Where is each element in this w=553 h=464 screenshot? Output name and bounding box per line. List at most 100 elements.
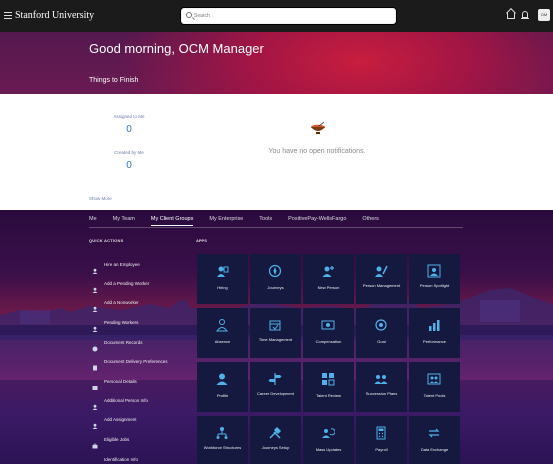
app-tile-label: Talent Pools	[423, 393, 446, 398]
quick-action-item[interactable]: Hire an Employee	[92, 259, 140, 274]
app-tile[interactable]: Journeys	[250, 254, 301, 304]
show-more-link[interactable]: Show More	[89, 196, 112, 201]
app-tile[interactable]: Person Management	[356, 254, 407, 304]
tab-my-team[interactable]: My Team	[113, 214, 135, 226]
app-tile[interactable]: Person Spotlight	[409, 254, 460, 304]
brand-logo[interactable]: Stanford University	[15, 10, 94, 21]
quick-action-item[interactable]: Additional Person Info	[92, 395, 149, 410]
quick-action-item[interactable]: Identification Info	[92, 454, 138, 464]
person-add-icon	[92, 261, 98, 274]
menu-icon[interactable]	[4, 12, 12, 19]
app-tile-label: Person Management	[362, 283, 401, 288]
tab-my-enterprise[interactable]: My Enterprise	[209, 214, 243, 226]
quick-action-label: Pending Workers	[104, 319, 139, 325]
app-tile-label: Journeys	[267, 285, 284, 290]
quick-action-item[interactable]: Personal Details	[92, 376, 137, 390]
quick-action-item[interactable]: Pending Workers	[92, 317, 139, 332]
app-tile[interactable]: Payroll	[356, 416, 407, 464]
quick-action-item[interactable]: Document Delivery Preferences	[92, 356, 168, 371]
app-tile-label: Absence	[214, 339, 231, 344]
app-tile[interactable]: Compensation	[303, 308, 354, 358]
notifications-card	[172, 94, 462, 188]
home-icon[interactable]	[507, 12, 515, 19]
calculator-icon	[374, 426, 388, 440]
quick-action-label: Document Delivery Preferences	[104, 358, 168, 364]
app-tile[interactable]: Journeys Setup	[250, 416, 301, 464]
tab-me[interactable]: Me	[89, 214, 97, 226]
quick-action-label: Document Records	[104, 339, 143, 345]
app-tile[interactable]: Data Exchange	[409, 416, 460, 464]
quick-action-label: Add a Nonworker	[104, 299, 139, 305]
quick-action-item[interactable]: Add Assignment	[92, 414, 137, 429]
notifications-bell-icon[interactable]	[521, 11, 529, 19]
quick-action-label: Hire an Employee	[104, 261, 140, 267]
quick-action-item[interactable]: Document Records	[92, 337, 143, 352]
quick-action-label: Identification Info	[104, 456, 139, 462]
search-input[interactable]	[194, 10, 389, 22]
quick-action-item[interactable]: Add a Nonworker	[92, 297, 139, 312]
app-tile-label: Payroll	[375, 447, 388, 452]
apps-title: APPS	[196, 238, 207, 243]
exchange-icon	[427, 426, 441, 440]
search-box[interactable]	[181, 8, 396, 24]
app-tile-label: Time Management	[258, 337, 293, 342]
page-greeting: Good morning, OCM Manager	[89, 41, 264, 56]
quick-actions-title: QUICK ACTIONS	[89, 238, 124, 243]
app-tile[interactable]: Career Development	[250, 362, 301, 412]
app-tile-label: Profile	[216, 393, 229, 398]
app-tile[interactable]: Talent Pools	[409, 362, 460, 412]
person-management-icon	[374, 264, 388, 278]
id-card-icon	[92, 456, 98, 462]
app-tile-label: Succession Plans	[365, 391, 398, 396]
app-tile-label: Goal	[377, 339, 386, 344]
calendar-icon	[268, 318, 282, 332]
things-to-finish-title: Things to Finish	[89, 77, 139, 84]
app-tile[interactable]: New Person	[303, 254, 354, 304]
succession-icon	[374, 372, 388, 386]
person-info-icon	[92, 397, 98, 410]
briefcase-icon	[92, 436, 98, 449]
tab-tools[interactable]: Tools	[259, 214, 272, 226]
target-icon	[374, 318, 388, 332]
assigned-to-me-count[interactable]: 0	[89, 124, 169, 135]
app-tile-label: Workforce Structures	[203, 445, 242, 450]
app-tile[interactable]: Hiring	[197, 254, 248, 304]
app-tile[interactable]: Performance	[409, 308, 460, 358]
app-tile[interactable]: Workforce Structures	[197, 416, 248, 464]
tab-my-client-groups[interactable]: My Client Groups	[150, 214, 194, 226]
talent-review-icon	[321, 372, 335, 386]
created-by-me-label[interactable]: Created by Me	[89, 150, 169, 155]
user-avatar[interactable]: OM	[538, 9, 550, 21]
structure-icon	[215, 426, 229, 440]
app-tile[interactable]: Absence	[197, 308, 248, 358]
app-tile[interactable]: Profile	[197, 362, 248, 412]
app-tile[interactable]: Talent Review	[303, 362, 354, 412]
pending-person-icon	[92, 319, 98, 332]
app-tile-label: Mass Updates	[315, 447, 342, 452]
document-icon	[92, 358, 98, 371]
quick-action-item[interactable]: Add a Pending Worker	[92, 278, 149, 293]
app-tile[interactable]: Mass Updates	[303, 416, 354, 464]
tabs-divider	[89, 227, 463, 228]
signpost-icon	[268, 372, 282, 386]
navigation-tabs: Me My Team My Client Groups My Enterpris…	[89, 214, 395, 226]
app-tile[interactable]: Goal	[356, 308, 407, 358]
new-person-icon	[321, 264, 335, 278]
app-tile-label: Data Exchange	[420, 447, 449, 452]
app-tile[interactable]: Succession Plans	[356, 362, 407, 412]
created-by-me-count[interactable]: 0	[89, 160, 169, 171]
quick-action-label: Additional Person Info	[104, 397, 149, 403]
app-tile-label: Person Spotlight	[419, 283, 450, 288]
app-tile-label: Journeys Setup	[261, 445, 290, 450]
document-record-icon	[92, 339, 98, 352]
assigned-to-me-label[interactable]: Assigned to Me	[89, 114, 169, 119]
app-tile-label: Performance	[423, 339, 446, 344]
quick-action-item[interactable]: Eligible Jobs	[92, 434, 129, 449]
tab-positivepay-wellsfargo[interactable]: PositivePay-WellsFargo	[288, 214, 346, 226]
absence-icon	[215, 318, 229, 332]
app-tile[interactable]: Time Management	[250, 308, 301, 358]
money-icon	[321, 318, 335, 332]
app-tile-label: Talent Review	[316, 393, 341, 398]
empty-bowl-icon	[311, 121, 325, 134]
tab-others[interactable]: Others	[362, 214, 379, 226]
